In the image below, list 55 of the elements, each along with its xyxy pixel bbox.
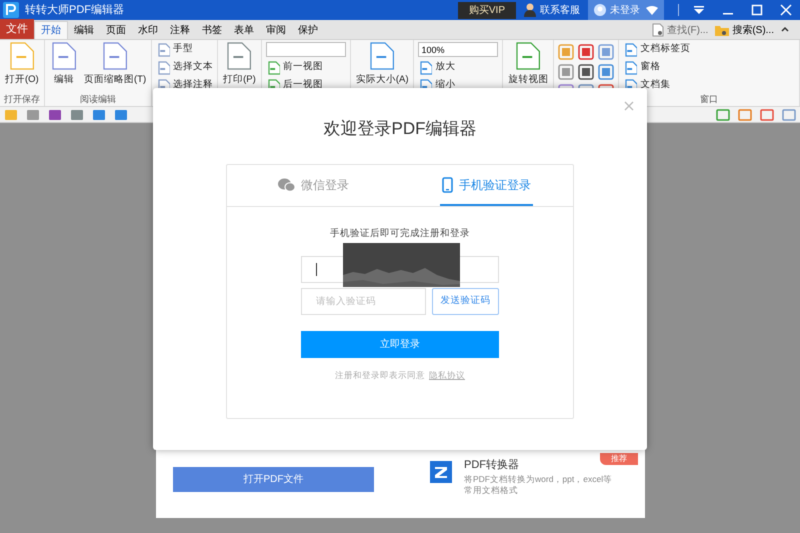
- send-code-button[interactable]: 发送验证码: [432, 288, 499, 315]
- app-logo-icon: [3, 2, 19, 18]
- open-pdf-button[interactable]: 打开PDF文件: [173, 467, 374, 492]
- buy-vip-button[interactable]: 购买VIP: [458, 2, 516, 18]
- ribbon-tab[interactable]: 审阅: [260, 21, 292, 39]
- folder-search-icon: [714, 23, 730, 37]
- ribbon-button[interactable]: 文档标签页: [623, 42, 690, 57]
- group-label: 窗口: [700, 93, 718, 106]
- ribbon-tab[interactable]: 书签: [196, 21, 228, 39]
- ribbon-button[interactable]: 旋转视图: [507, 42, 550, 88]
- ribbon-button[interactable]: 页面缩略图(T): [83, 42, 148, 88]
- login-tab[interactable]: 手机验证登录: [400, 165, 573, 206]
- ribbon-tab[interactable]: 开始: [34, 21, 68, 39]
- recommend-badge: 推荐: [600, 453, 638, 465]
- window-title: 转转大师PDF编辑器: [25, 2, 124, 18]
- user-avatar-icon: [594, 4, 606, 16]
- verification-code-field[interactable]: 请输入验证码: [301, 288, 426, 315]
- ribbon-button[interactable]: 编辑: [49, 42, 79, 88]
- dropdown-icon[interactable]: [693, 4, 705, 16]
- ribbon-button[interactable]: 选择文本: [156, 60, 214, 75]
- ribbon-button[interactable]: 手型: [156, 42, 214, 57]
- document-search-icon: [651, 23, 666, 37]
- ribbon-tab[interactable]: 表单: [228, 21, 260, 39]
- ribbon-button[interactable]: 打开(O): [4, 42, 40, 88]
- phone-icon: [442, 176, 453, 192]
- ribbon-button[interactable]: 实际大小(A): [354, 42, 410, 88]
- ribbon-tab[interactable]: 注释: [164, 21, 196, 39]
- ribbon-tab[interactable]: 编辑: [68, 21, 100, 39]
- account-button[interactable]: 未登录: [588, 0, 664, 20]
- group-label: 打开保存: [4, 92, 40, 106]
- search-button[interactable]: 查找(F)...: [651, 21, 708, 39]
- ribbon-button[interactable]: 前一视图: [266, 60, 346, 75]
- ribbon-tab[interactable]: 页面: [100, 21, 132, 39]
- collapse-icon[interactable]: [780, 24, 790, 34]
- chat-bubbles-icon: [278, 178, 295, 192]
- ribbon-tab[interactable]: 水印: [132, 21, 164, 39]
- ribbon-tab[interactable]: 保护: [292, 21, 324, 39]
- file-menu-button[interactable]: 文件: [0, 19, 34, 39]
- ribbon-button[interactable]: 放大: [418, 60, 498, 75]
- wifi-icon: [646, 6, 658, 14]
- promo-title: PDF转换器: [464, 458, 519, 473]
- dialog-title: 欢迎登录PDF编辑器: [322, 118, 478, 140]
- hint-text: 手机验证后即可完成注册和登录: [329, 227, 471, 241]
- contact-service-button[interactable]: 联系客服: [522, 2, 582, 18]
- promo-description: 将PDF文档转换为word，ppt，excel等常用文档格式: [464, 474, 614, 496]
- group-label: 阅读编辑: [80, 92, 116, 106]
- person-icon: [524, 3, 536, 17]
- ribbon-button[interactable]: 窗格: [623, 60, 690, 75]
- agreement-text: 注册和登录即表示同意: [335, 369, 425, 382]
- maximize-icon[interactable]: [751, 4, 763, 16]
- page-number-field[interactable]: 100%: [418, 42, 498, 57]
- page-number-field[interactable]: [266, 42, 346, 57]
- ribbon-button[interactable]: 打印(P): [222, 42, 257, 88]
- converter-logo-icon: [430, 461, 452, 483]
- search-button[interactable]: 搜索(S)...: [714, 21, 774, 39]
